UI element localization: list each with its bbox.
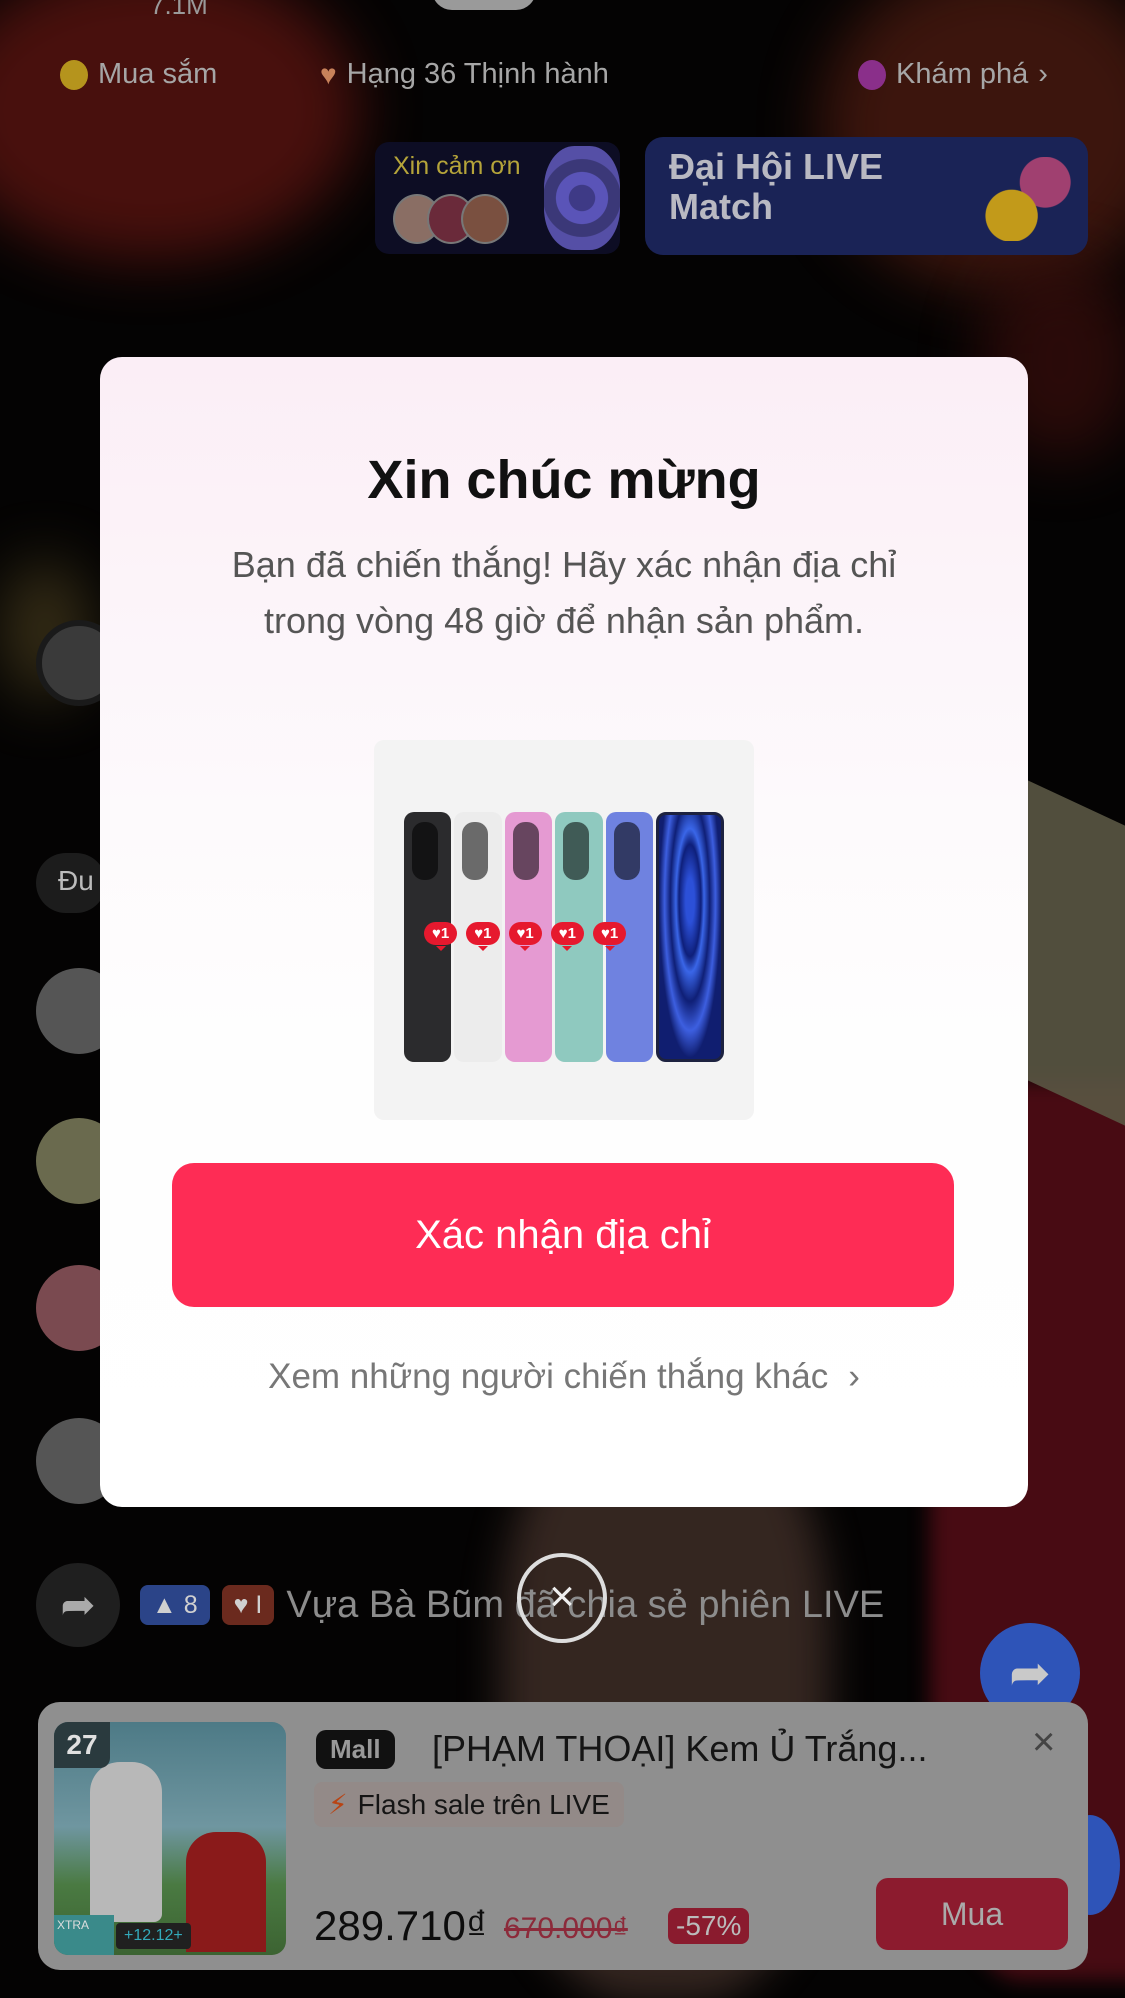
camera-icon [462, 822, 489, 880]
confirm-address-button[interactable]: Xác nhận địa chỉ [172, 1163, 954, 1307]
original-price: 670.000₫ [504, 1912, 628, 1945]
pinned-product-card[interactable]: 27 XTRA +12.12+ Mall [PHẠM THOẠI] Kem Ủ … [38, 1702, 1088, 1970]
follow-pill[interactable] [432, 0, 536, 10]
chevron-right-icon: › [1038, 58, 1048, 90]
viewer-count: 7.1M [150, 0, 208, 20]
tag-shopping[interactable]: Mua sắm [60, 52, 231, 97]
target-icon [544, 146, 620, 250]
camera-icon [613, 822, 640, 880]
event-mascot-icon [978, 157, 1074, 241]
tag-label: Khám phá [896, 58, 1029, 90]
buy-button[interactable]: Mua [876, 1878, 1068, 1950]
thanks-label: Xin cảm ơn [393, 152, 521, 180]
supporter-avatars [393, 194, 509, 244]
product-title[interactable]: [PHẠM THOẠI] Kem Ủ Trắng... [432, 1728, 927, 1770]
fan-badge: ♥ I [221, 1585, 275, 1625]
live-match-banner[interactable]: Đại Hội LIVE Match [645, 137, 1088, 255]
product-image: 27 XTRA +12.12+ [54, 1722, 286, 1955]
prize-image: ♥1 ♥1 ♥1 ♥1 ♥1 [374, 740, 754, 1120]
tag-label: Hạng 36 Thịnh hành [346, 58, 609, 90]
level-badge: ▲ 8 [140, 1585, 210, 1625]
share-icon[interactable]: ➦ [36, 1563, 120, 1647]
dialog-title: Xin chúc mừng [367, 450, 761, 510]
discount-badge: -57% [668, 1908, 750, 1944]
camera-icon [512, 822, 539, 880]
xtra-tag: XTRA [54, 1915, 114, 1955]
event-title-line2: Match [669, 186, 774, 227]
chevron-right-icon: › [848, 1357, 860, 1396]
like-badge: ♥1 [466, 922, 500, 951]
dialog-message: Bạn đã chiến thắng! Hãy xác nhận địa chỉ… [231, 544, 897, 641]
mall-badge: Mall [316, 1730, 395, 1769]
tag-trending-rank[interactable]: ♥ Hạng 36 Thịnh hành [320, 52, 623, 97]
like-badge: ♥1 [424, 922, 458, 951]
heart-icon: ♥ [320, 58, 337, 90]
camera-icon [412, 822, 438, 880]
phone-front [656, 812, 724, 1062]
tag-label: Mua sắm [98, 58, 218, 90]
like-badge: ♥1 [593, 922, 627, 951]
sale-price: 289.710₫ [314, 1902, 488, 1949]
avatar [461, 194, 509, 244]
like-badge: ♥1 [550, 922, 584, 951]
promo-date: +12.12+ [116, 1923, 191, 1949]
close-icon[interactable]: × [1032, 1720, 1055, 1765]
comment-pill: Đu [36, 853, 106, 913]
event-title-line1: Đại Hội LIVE [669, 146, 884, 187]
lightning-icon: ⚡ [328, 1789, 348, 1820]
winner-dialog: Xin chúc mừng Bạn đã chiến thắng! Hãy xá… [100, 357, 1028, 1507]
dialog-close-button[interactable]: × [517, 1553, 607, 1643]
product-rank: 27 [54, 1722, 110, 1768]
like-badge: ♥1 [508, 922, 542, 951]
camera-icon [563, 822, 590, 880]
shopping-tag-icon [60, 59, 88, 90]
live-top-bar: 7.1M [0, 0, 1125, 20]
other-winners-label: Xem những người chiến thắng khác [268, 1357, 829, 1396]
flash-sale-chip: ⚡ Flash sale trên LIVE [314, 1782, 624, 1827]
like-badges: ♥1 ♥1 ♥1 ♥1 ♥1 [424, 922, 627, 951]
other-winners-link[interactable]: Xem những người chiến thắng khác › [100, 1357, 1028, 1397]
tag-explore[interactable]: Khám phá › [858, 52, 1062, 97]
live-tags-row: Mua sắm ♥ Hạng 36 Thịnh hành Khám phá › [0, 52, 1125, 108]
thanks-banner[interactable]: Xin cảm ơn [375, 142, 620, 254]
planet-icon [858, 59, 886, 90]
